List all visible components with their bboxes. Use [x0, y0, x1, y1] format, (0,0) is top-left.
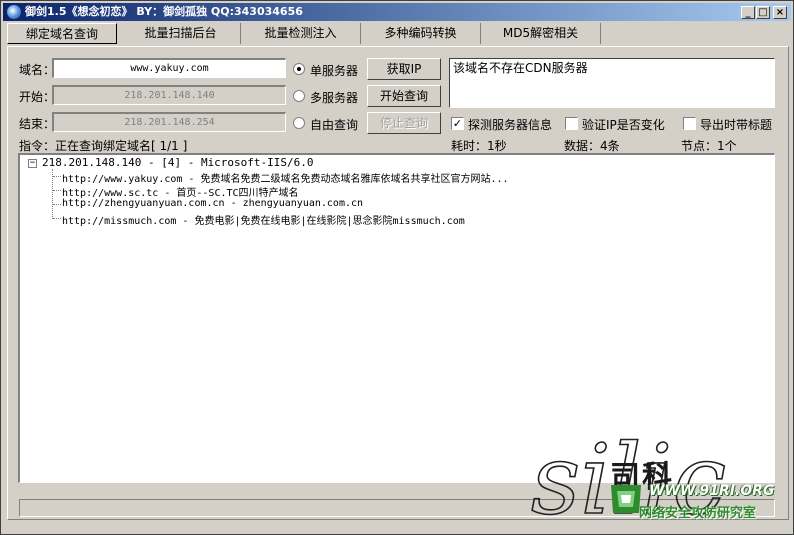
start-label: 开始：	[19, 90, 56, 104]
watermark-logo-icon	[611, 485, 641, 513]
watermark-site: WWW.91RI.ORG	[649, 483, 775, 499]
radio-multi-server[interactable]	[293, 90, 305, 102]
radio-free-label: 自由查询	[310, 118, 359, 132]
tree-branch-line	[53, 190, 61, 191]
start-ip-input[interactable]: 218.201.148.140	[52, 85, 286, 105]
radio-single-server[interactable]	[293, 63, 305, 75]
app-icon	[7, 5, 21, 19]
tree-item[interactable]: http://www.yakuy.com - 免费域名免费二级域名免费动态域名雅…	[62, 170, 509, 185]
verify-ip-checkbox[interactable]	[565, 117, 578, 130]
cdn-result-text: 该域名不存在CDN服务器	[453, 61, 588, 75]
close-button[interactable]: ×	[773, 6, 787, 19]
radio-multi-label: 多服务器	[310, 91, 359, 105]
export-title-checkbox[interactable]	[683, 117, 696, 130]
tree-item[interactable]: http://missmuch.com - 免费电影|免费在线电影|在线影院|思…	[62, 212, 465, 227]
tree-root[interactable]: 218.201.148.140 - [4] - Microsoft-IIS/6.…	[42, 156, 314, 169]
tree-branch-line	[53, 176, 61, 177]
results-tree[interactable]: − 218.201.148.140 - [4] - Microsoft-IIS/…	[18, 153, 775, 483]
window-title: 御剑1.5《想念初恋》 BY：御剑孤独 QQ:343034656	[25, 5, 303, 18]
elapsed-time: 耗时：1秒	[451, 139, 507, 153]
command-status: 指令：正在查询绑定域名[ 1/1 ]	[19, 139, 188, 153]
tab-bind-domain[interactable]: 绑定域名查询	[7, 23, 117, 44]
tree-branch-line	[53, 218, 61, 219]
maximize-button[interactable]: □	[756, 6, 770, 19]
data-count: 数据：4条	[564, 139, 620, 153]
start-query-button[interactable]: 开始查询	[367, 85, 441, 107]
detect-server-label: 探测服务器信息	[468, 118, 553, 132]
tab-scan-admin[interactable]: 批量扫描后台	[121, 23, 241, 44]
tree-item[interactable]: http://zhengyuanyuan.com.cn - zhengyuany…	[62, 198, 363, 209]
radio-single-label: 单服务器	[310, 64, 359, 78]
cdn-result-box[interactable]: 该域名不存在CDN服务器	[449, 58, 775, 108]
export-title-label: 导出时带标题	[700, 118, 773, 132]
domain-input[interactable]: www.yakuy.com	[52, 58, 286, 78]
app-window: 御剑1.5《想念初恋》 BY：御剑孤独 QQ:343034656 _ □ × 绑…	[0, 0, 794, 535]
stop-query-button[interactable]: 停止查询	[367, 112, 441, 134]
tree-branch-line	[53, 204, 61, 205]
node-count: 节点：1个	[681, 139, 737, 153]
end-label: 结束：	[19, 117, 56, 131]
verify-ip-label: 验证IP是否变化	[582, 118, 665, 132]
watermark-org: 网络安全攻防研究室	[639, 506, 757, 521]
end-ip-input[interactable]: 218.201.148.254	[52, 112, 286, 132]
tab-encoding[interactable]: 多种编码转换	[361, 23, 481, 44]
minimize-button[interactable]: _	[741, 6, 755, 19]
detect-server-checkbox[interactable]: ✓	[451, 117, 464, 130]
radio-free-query[interactable]	[293, 117, 305, 129]
collapse-icon[interactable]: −	[28, 159, 37, 168]
get-ip-button[interactable]: 获取IP	[367, 58, 441, 80]
tree-item[interactable]: http://www.sc.tc - 首页--SC.TC四川特产域名	[62, 184, 299, 199]
title-bar[interactable]: 御剑1.5《想念初恋》 BY：御剑孤独 QQ:343034656 _ □ ×	[3, 3, 791, 21]
tab-md5[interactable]: MD5解密相关	[481, 23, 601, 44]
tab-detect-injection[interactable]: 批量检测注入	[241, 23, 361, 44]
tab-bar: 绑定域名查询 批量扫描后台 批量检测注入 多种编码转换 MD5解密相关	[5, 23, 791, 45]
domain-label: 域名：	[19, 63, 56, 77]
